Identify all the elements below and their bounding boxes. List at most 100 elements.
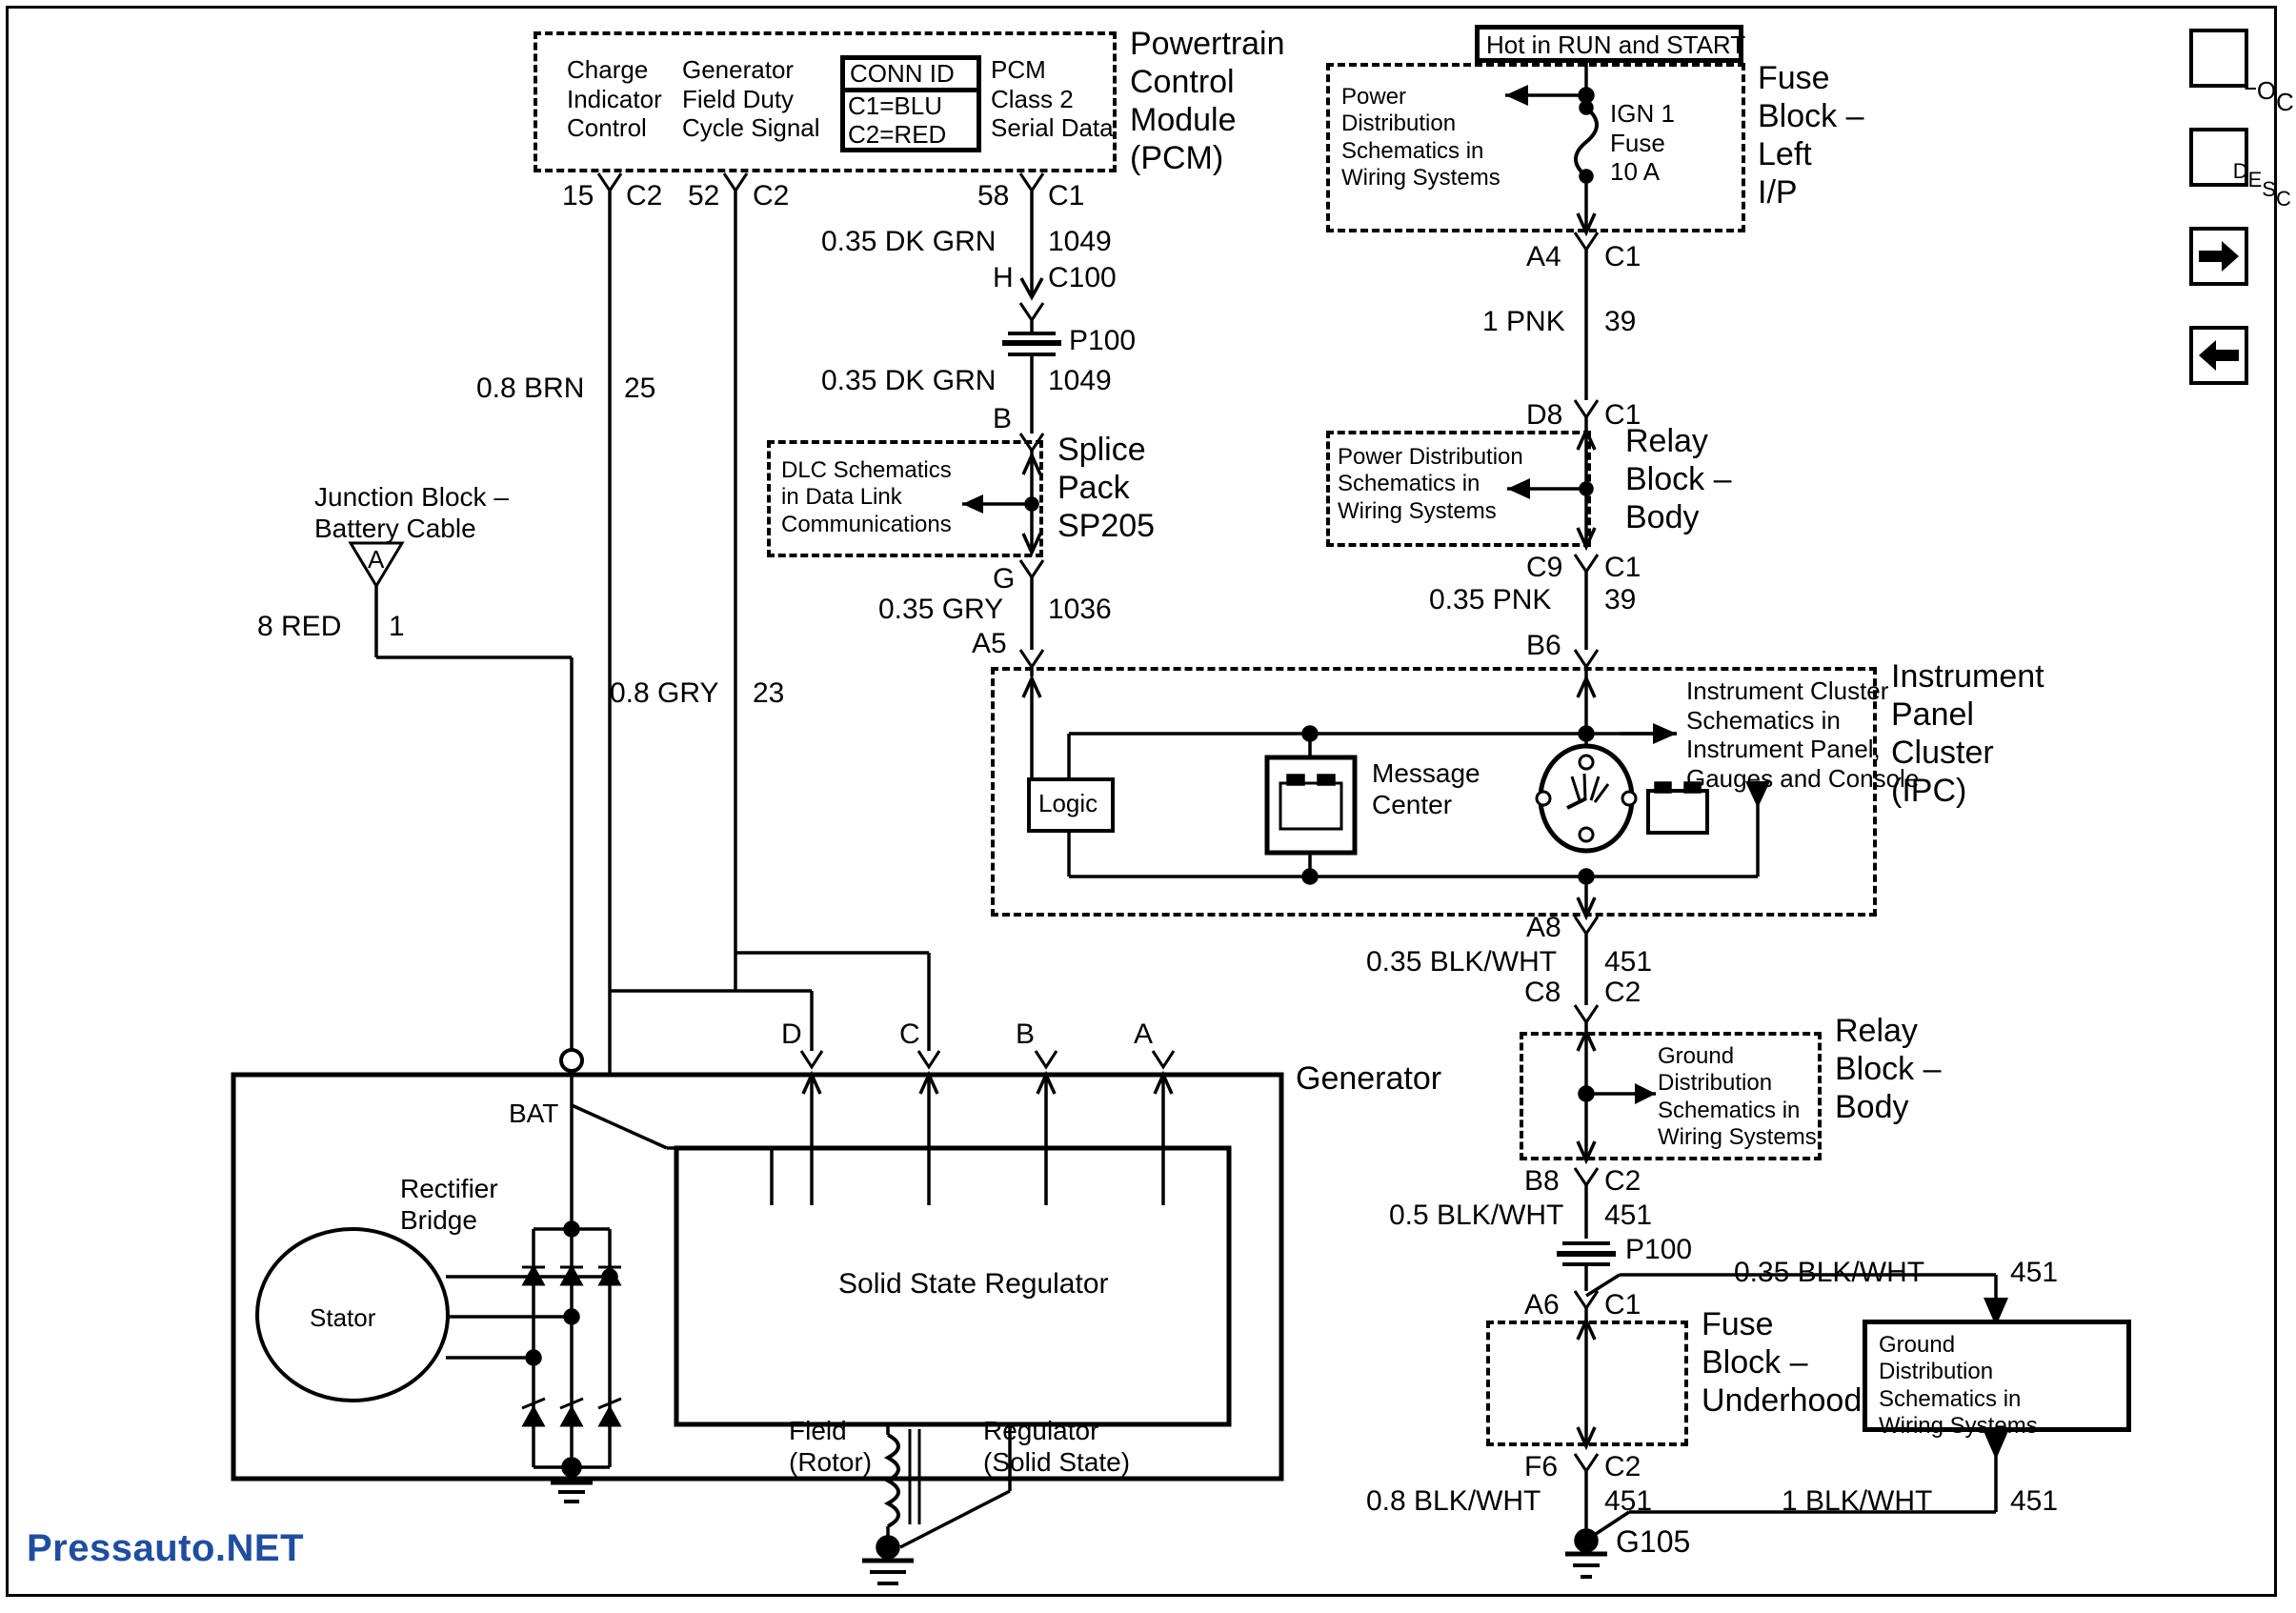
generator-label: Generator [1296, 1060, 1442, 1097]
connector-a6-c1: C1 [1604, 1289, 1641, 1321]
wire-blkwht-1-number: 451 [2010, 1485, 2059, 1517]
pcm-signal-generator-field: Generator Field Duty Cycle Signal [682, 55, 820, 143]
wire-gry-08-number: 23 [753, 677, 785, 709]
loc-button-label: LOC [2243, 66, 2294, 116]
generator-pin-a: A [1134, 1018, 1154, 1050]
ipc-message-center-label: Message Center [1372, 758, 1480, 820]
rectifier-bridge-label: Rectifier Bridge [400, 1174, 498, 1236]
splice-pin-b: B [993, 403, 1013, 434]
generator-pin-c: C [899, 1018, 920, 1050]
connector-d8: D8 [1526, 399, 1563, 431]
connector-b6: B6 [1526, 630, 1561, 661]
wire-pnk-1-number: 39 [1604, 306, 1637, 337]
conn-id-header: CONN ID [850, 59, 955, 88]
ipc-label: Instrument Panel Cluster (IPC) [1891, 658, 2044, 810]
wire-pnk-035: 0.35 PNK [1429, 584, 1552, 615]
junction-block-marker: A [368, 545, 385, 574]
connector-a4-c1: C1 [1604, 241, 1641, 272]
loc-button[interactable]: LOC [2189, 29, 2294, 116]
connector-a4: A4 [1526, 241, 1561, 272]
connector-c100-pin: H [993, 262, 1014, 293]
pcm-pin-52-conn: C2 [753, 180, 790, 212]
relay-block-body-top-label: Relay Block – Body [1625, 423, 1732, 536]
relay-block-body-bottom-label: Relay Block – Body [1835, 1013, 1942, 1126]
connector-c9-c1: C1 [1604, 552, 1641, 583]
watermark: Pressauto.NET [27, 1527, 305, 1569]
pcm-signal-charge-indicator: Charge Indicator Control [567, 55, 662, 143]
wire-blkwht-1: 1 BLK/WHT [1782, 1485, 1933, 1517]
generator-pin-d: D [781, 1018, 802, 1050]
wire-dkgrn-top: 0.35 DK GRN [821, 226, 997, 257]
generator-pin-b: B [1016, 1018, 1036, 1050]
conn-id-c1: C1=BLU [848, 91, 942, 120]
connector-b8-c2: C2 [1604, 1165, 1641, 1197]
pcm-signal-class2-serial: PCM Class 2 Serial Data [991, 55, 1114, 143]
desc-button[interactable]: DESC [2189, 128, 2291, 211]
pcm-pin-15: 15 [562, 180, 594, 212]
wire-pnk-035-number: 39 [1604, 584, 1637, 615]
connector-a6: A6 [1524, 1289, 1560, 1321]
pcm-module-label: Powertrain Control Module (PCM) [1130, 26, 1285, 177]
pcm-pin-58: 58 [977, 180, 1010, 212]
fuse-block-underhood-label: Fuse Block – Underhood [1702, 1306, 1863, 1420]
wire-gry-035-number: 1036 [1048, 594, 1112, 625]
pcm-pin-52: 52 [688, 180, 720, 212]
regulator-solid-state-label: Regulator (Solid State) [983, 1416, 1131, 1478]
ign1-fuse-label: IGN 1 Fuse 10 A [1610, 99, 1675, 187]
field-rotor-label: Field (Rotor) [789, 1416, 873, 1478]
arrow-left-icon [2199, 340, 2239, 371]
wire-blkwht-05: 0.5 BLK/WHT [1389, 1200, 1564, 1231]
wire-blkwht-08: 0.8 BLK/WHT [1366, 1485, 1541, 1517]
connector-c100-label: C100 [1048, 262, 1117, 293]
hot-in-run-start-label: Hot in RUN and START [1486, 30, 1746, 59]
wire-blkwht-035: 0.35 BLK/WHT [1366, 946, 1558, 978]
wire-brn-08-number: 25 [624, 373, 656, 404]
fuse-block-underhood-box [1486, 1321, 1688, 1446]
wire-dkgrn-bottom-number: 1049 [1048, 365, 1112, 396]
wire-pnk-1: 1 PNK [1482, 306, 1565, 337]
connector-c9: C9 [1526, 552, 1563, 583]
connector-b8: B8 [1524, 1165, 1560, 1197]
generator-bat-terminal-label: BAT [509, 1099, 559, 1128]
wire-dkgrn-bottom: 0.35 DK GRN [821, 365, 997, 396]
connector-a5: A5 [972, 628, 1007, 659]
p100-label-bottom: P100 [1625, 1234, 1693, 1265]
wire-red-8-number: 1 [389, 611, 405, 642]
power-distribution-ref-top: Power Distribution Schematics in Wiring … [1341, 84, 1500, 191]
desc-button-label: DESC [2232, 158, 2291, 211]
wire-blkwht-035-number: 451 [1604, 946, 1653, 978]
wire-gry-035: 0.35 GRY [878, 594, 1004, 625]
next-button[interactable] [2189, 227, 2248, 286]
splice-pin-g: G [993, 563, 1016, 595]
connector-c8: C8 [1524, 977, 1561, 1008]
wiring-diagram-page: LOC DESC Charge Indicator Control Genera… [0, 0, 2296, 1613]
connector-c8-c2: C2 [1604, 977, 1641, 1008]
pcm-pin-15-conn: C2 [626, 180, 663, 212]
ground-distribution-ref-relay: Ground Distribution Schematics in Wiring… [1658, 1043, 1817, 1150]
wire-blkwht-08-number: 451 [1604, 1485, 1653, 1517]
solid-state-regulator-label: Solid State Regulator [838, 1268, 1109, 1300]
fuse-block-left-label: Fuse Block – Left I/P [1758, 60, 1864, 212]
ipc-logic-label: Logic [1038, 789, 1098, 817]
p100-label-top: P100 [1069, 325, 1137, 356]
power-distribution-ref-relay: Power Distribution Schematics in Wiring … [1338, 444, 1523, 524]
wire-red-8: 8 RED [257, 611, 342, 642]
ipc-cluster-schematics-ref: Instrument Cluster Schematics in Instrum… [1686, 676, 1920, 794]
dlc-schematics-ref: DLC Schematics in Data Link Communicatio… [781, 457, 952, 537]
connector-a8: A8 [1526, 912, 1561, 943]
wire-gry-08: 0.8 GRY [610, 677, 719, 709]
wire-blkwht-035-branch-number: 451 [2010, 1257, 2059, 1288]
ground-distribution-box-text: Ground Distribution Schematics in Wiring… [1879, 1332, 2038, 1439]
pcm-pin-58-conn: C1 [1048, 180, 1085, 212]
wire-blkwht-05-number: 451 [1604, 1200, 1653, 1231]
wire-brn-08: 0.8 BRN [476, 373, 585, 404]
junction-block-label: Junction Block – Battery Cable [314, 482, 509, 544]
conn-id-c2: C2=RED [848, 120, 947, 149]
connector-f6: F6 [1524, 1451, 1559, 1482]
splice-pack-label: Splice Pack SP205 [1057, 432, 1156, 545]
arrow-right-icon [2199, 241, 2239, 272]
prev-button[interactable] [2189, 326, 2248, 385]
wire-dkgrn-top-number: 1049 [1048, 226, 1112, 257]
ground-g105-label: G105 [1616, 1524, 1691, 1559]
wire-blkwht-035-branch: 0.35 BLK/WHT [1734, 1257, 1925, 1288]
